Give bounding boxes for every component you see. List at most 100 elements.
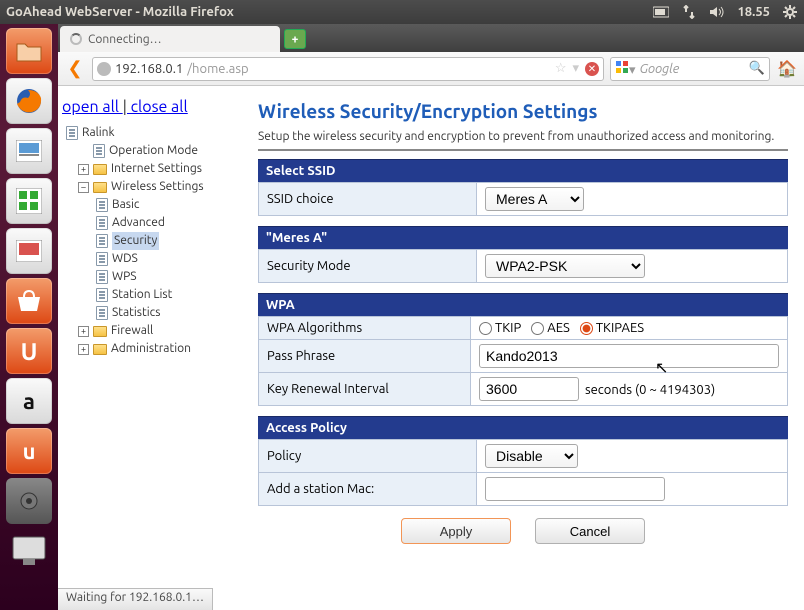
tree-advanced[interactable]: Advanced	[62, 214, 248, 232]
page-icon	[96, 270, 108, 284]
add-mac-label: Add a station Mac:	[259, 473, 477, 506]
launcher-settings-icon[interactable]	[6, 478, 52, 524]
collapse-icon[interactable]: –	[78, 182, 89, 193]
tree-basic[interactable]: Basic	[62, 196, 248, 214]
tree-wds[interactable]: WDS	[62, 250, 248, 268]
launcher-firefox-icon[interactable]	[6, 78, 52, 124]
folder-icon	[93, 326, 107, 337]
apply-button[interactable]: Apply	[401, 518, 511, 544]
tab-strip: Connecting… +	[58, 24, 804, 52]
wpa-algorithms-label: WPA Algorithms	[259, 317, 471, 340]
launcher-image-viewer-icon[interactable]	[6, 128, 52, 174]
nav-tree-sidebar: open all | close all Ralink Operation Mo…	[58, 86, 252, 610]
battery-icon[interactable]	[653, 5, 669, 19]
window-title: GoAhead WebServer - Mozilla Firefox	[6, 5, 653, 19]
search-bar[interactable]: ▾ Google 🔍	[610, 57, 770, 81]
stop-button[interactable]: ✕	[585, 62, 599, 76]
section-wpa: WPA	[258, 293, 788, 316]
url-bar[interactable]: 192.168.0.1/home.asp ☆ ▾ ✕	[92, 57, 604, 81]
ssid-choice-label: SSID choice	[259, 183, 477, 216]
expand-icon[interactable]: +	[78, 164, 89, 175]
launcher-amazon-icon[interactable]: a	[6, 378, 52, 424]
tree-statistics[interactable]: Statistics	[62, 304, 248, 322]
url-host: 192.168.0.1	[115, 62, 183, 76]
folder-icon	[93, 182, 107, 193]
launcher-ubuntu-one-icon[interactable]: U	[6, 328, 52, 374]
radio-tkipaes[interactable]: TKIPAES	[580, 321, 644, 335]
tree-wireless-settings[interactable]: –Wireless Settings	[62, 178, 248, 196]
bookmark-star-icon[interactable]: ☆	[555, 61, 567, 76]
tree-security[interactable]: Security	[62, 232, 248, 250]
section-access-policy: Access Policy	[258, 416, 788, 439]
tree-wps[interactable]: WPS	[62, 268, 248, 286]
launcher-ubuntu-icon[interactable]: u	[6, 428, 52, 474]
cancel-button[interactable]: Cancel	[535, 518, 645, 544]
back-button[interactable]: ❮	[64, 58, 86, 80]
policy-select[interactable]: Disable	[485, 444, 578, 468]
open-all-link[interactable]: open all	[62, 98, 119, 116]
launcher-impress-icon[interactable]	[6, 228, 52, 274]
main-content: Wireless Security/Encryption Settings Se…	[252, 86, 804, 610]
nav-tree: Ralink Operation Mode +Internet Settings…	[62, 124, 248, 358]
ssid-table: SSID choice Meres A	[258, 182, 788, 216]
tree-internet-settings[interactable]: +Internet Settings	[62, 160, 248, 178]
status-bar: Waiting for 192.168.0.1…	[58, 588, 213, 610]
page-icon	[96, 288, 108, 302]
expand-icon[interactable]: +	[78, 344, 89, 355]
button-row: Apply Cancel	[258, 518, 788, 544]
launcher-files-icon[interactable]	[6, 28, 52, 74]
tree-root[interactable]: Ralink	[62, 124, 248, 142]
add-mac-input[interactable]	[485, 477, 665, 501]
close-all-link[interactable]: close all	[131, 98, 188, 116]
browser-tab[interactable]: Connecting…	[60, 26, 280, 52]
tree-administration[interactable]: +Administration	[62, 340, 248, 358]
page-viewport: open all | close all Ralink Operation Mo…	[58, 86, 804, 610]
clock[interactable]: 18.55	[737, 5, 770, 19]
unity-launcher: U a u	[0, 24, 58, 610]
loading-spinner-icon	[70, 33, 82, 45]
volume-icon[interactable]	[709, 5, 725, 19]
pass-phrase-input[interactable]	[479, 344, 779, 368]
search-placeholder: Google	[640, 62, 680, 76]
home-button[interactable]: 🏠	[776, 58, 798, 80]
radio-aes[interactable]: AES	[531, 321, 570, 335]
key-renewal-input[interactable]	[479, 377, 579, 401]
tab-title: Connecting…	[88, 33, 162, 46]
wpa-algorithms-radios: TKIP AES TKIPAES	[479, 321, 779, 335]
folder-icon	[93, 344, 107, 355]
launcher-software-center-icon[interactable]	[6, 278, 52, 324]
security-mode-table: Security Mode WPA2-PSK	[258, 249, 788, 283]
section-ssid-name: "Meres A"	[258, 226, 788, 249]
firefox-window: Connecting… + ❮ 192.168.0.1/home.asp ☆ ▾…	[58, 24, 804, 610]
expand-icon[interactable]: +	[78, 326, 89, 337]
page-icon	[96, 198, 108, 212]
launcher-workspace-icon[interactable]	[6, 528, 52, 574]
radio-tkip[interactable]: TKIP	[479, 321, 521, 335]
tree-station-list[interactable]: Station List	[62, 286, 248, 304]
page-description: Setup the wireless security and encrypti…	[258, 130, 788, 143]
ssid-choice-select[interactable]: Meres A	[485, 187, 584, 211]
search-engine-icon[interactable]: ▾	[615, 60, 636, 78]
page-icon	[96, 306, 108, 320]
system-indicators: 18.55	[653, 5, 798, 19]
nav-toolbar: ❮ 192.168.0.1/home.asp ☆ ▾ ✕ ▾ Google 🔍 …	[58, 52, 804, 86]
page-icon	[93, 144, 105, 158]
page-icon	[96, 234, 108, 248]
search-icon[interactable]: 🔍	[749, 61, 765, 76]
section-select-ssid: Select SSID	[258, 159, 788, 182]
gear-icon[interactable]	[782, 5, 798, 19]
wpa-table: WPA Algorithms TKIP AES TKIPAES Pass Phr…	[258, 316, 788, 406]
tree-firewall[interactable]: +Firewall	[62, 322, 248, 340]
tree-operation-mode[interactable]: Operation Mode	[62, 142, 248, 160]
pass-phrase-label: Pass Phrase	[259, 340, 471, 373]
security-mode-select[interactable]: WPA2-PSK	[485, 254, 645, 278]
policy-label: Policy	[259, 440, 477, 473]
url-path: /home.asp	[187, 62, 248, 76]
key-renewal-label: Key Renewal Interval	[259, 373, 471, 406]
new-tab-button[interactable]: +	[284, 29, 306, 49]
network-icon[interactable]	[681, 5, 697, 19]
key-renewal-suffix: seconds (0 ~ 4194303)	[585, 383, 715, 397]
page-icon	[66, 126, 78, 140]
divider	[258, 149, 788, 151]
launcher-calc-icon[interactable]	[6, 178, 52, 224]
